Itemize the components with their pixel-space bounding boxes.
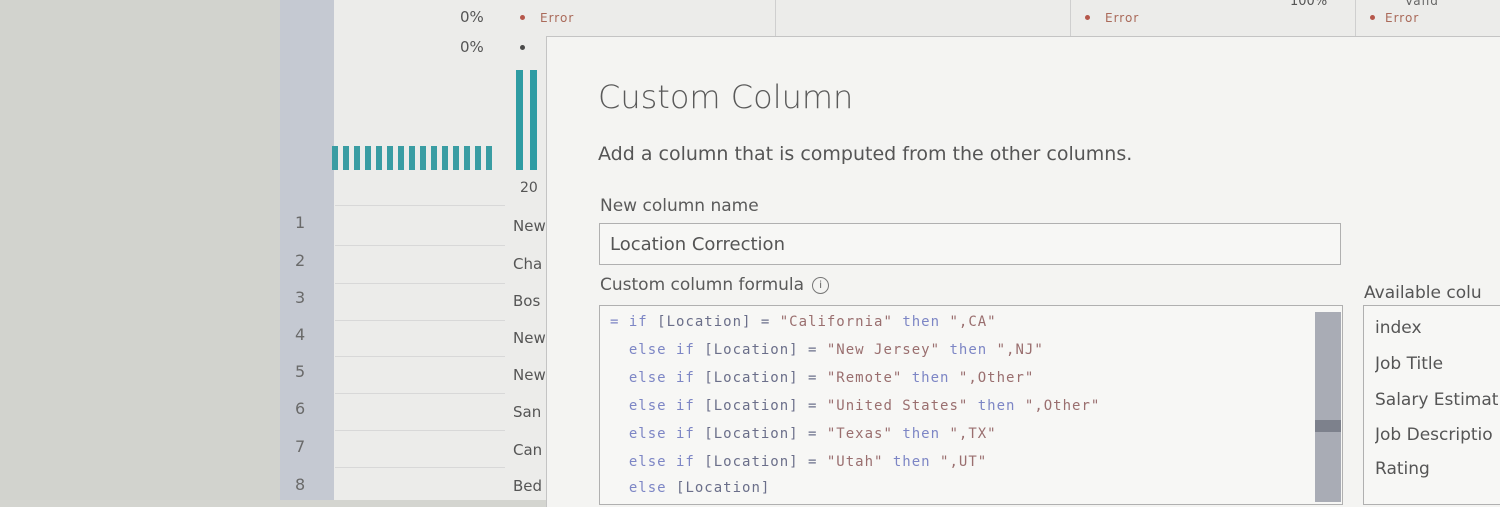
error-label: Error	[540, 11, 575, 25]
formula-keyword: else if	[610, 370, 705, 386]
error-dot	[1085, 15, 1090, 20]
dialog-subtitle: Add a column that is computed from the o…	[598, 143, 1133, 165]
row-divider	[335, 205, 505, 206]
empty-dot	[520, 45, 525, 50]
location-cell[interactable]: Cha	[513, 255, 548, 273]
location-cell[interactable]: San	[513, 403, 548, 421]
formula-line: else if [Location] = "New Jersey" then "…	[610, 342, 1044, 358]
formula-line: else if [Location] = "Remote" then ",Oth…	[610, 370, 1034, 386]
formula-scrollbar-thumb[interactable]	[1315, 420, 1341, 432]
formula-field: [Location] =	[704, 398, 827, 414]
error-dot	[1370, 15, 1375, 20]
formula-result: ",UT"	[940, 454, 988, 470]
formula-keyword: else if	[610, 342, 705, 358]
formula-keyword: else if	[610, 398, 705, 414]
formula-keyword: then	[892, 426, 950, 442]
formula-string: "New Jersey"	[826, 342, 941, 358]
distinct-count: 20	[520, 180, 538, 196]
error-label: Error	[1385, 11, 1420, 25]
formula-keyword: else	[610, 480, 677, 496]
formula-keyword: then	[883, 454, 941, 470]
row-number: 1	[295, 213, 306, 232]
formula-field: [Location] =	[704, 454, 827, 470]
column-separator	[775, 0, 776, 36]
location-cell[interactable]: Bos	[513, 292, 548, 310]
quality-percent-right: 100%	[1290, 0, 1328, 9]
monitor-bezel	[0, 0, 280, 500]
column-quality-header	[505, 0, 1500, 36]
formula-string: "Utah"	[826, 454, 884, 470]
formula-string: "California"	[779, 314, 893, 330]
available-column-item[interactable]: Job Title	[1375, 354, 1500, 374]
info-icon[interactable]: i	[812, 276, 830, 294]
formula-field: [Location] =	[704, 342, 827, 358]
quality-percent: 0%	[460, 8, 484, 26]
formula-keyword: else if	[610, 426, 705, 442]
formula-line: else if [Location] = "United States" the…	[610, 398, 1100, 414]
formula-scrollbar[interactable]	[1315, 312, 1341, 502]
formula-result: ",NJ"	[996, 342, 1044, 358]
distribution-bar	[516, 70, 523, 170]
formula-string: "Texas"	[826, 426, 893, 442]
quality-percent: 0%	[460, 38, 484, 56]
row-number: 5	[295, 362, 306, 381]
row-divider	[335, 320, 505, 321]
row-number: 7	[295, 437, 306, 456]
error-label: Error	[1105, 11, 1140, 25]
distribution-histogram	[332, 146, 492, 170]
formula-keyword: then	[968, 398, 1025, 414]
available-column-item[interactable]: Salary Estimat	[1375, 390, 1500, 410]
row-number: 6	[295, 399, 306, 418]
dialog-title: Custom Column	[598, 78, 854, 116]
formula-string: "United States"	[826, 398, 969, 414]
row-number: 3	[295, 288, 306, 307]
formula-string: "Remote"	[826, 370, 903, 386]
formula-field: [Location]	[676, 480, 771, 496]
location-cell[interactable]: New	[513, 366, 548, 384]
formula-line: else if [Location] = "Utah" then ",UT"	[610, 454, 987, 470]
formula-result: ",Other"	[1024, 398, 1101, 414]
row-divider	[335, 393, 505, 394]
row-divider	[335, 467, 505, 468]
formula-field: [Location] =	[657, 314, 780, 330]
formula-keyword: then	[940, 342, 997, 358]
available-column-item[interactable]: index	[1375, 318, 1500, 338]
formula-result: ",TX"	[949, 426, 997, 442]
available-column-item[interactable]: Rating	[1375, 459, 1500, 479]
row-divider	[335, 283, 505, 284]
distribution-bar	[530, 70, 537, 170]
formula-field: [Location] =	[704, 370, 827, 386]
new-column-name-label: New column name	[600, 196, 759, 216]
row-divider	[335, 356, 505, 357]
row-number: 4	[295, 325, 306, 344]
formula-keyword: then	[902, 370, 959, 386]
valid-label: Valid	[1405, 0, 1439, 8]
formula-keyword: else if	[610, 454, 705, 470]
row-number-column	[280, 0, 335, 500]
formula-keyword: = if	[610, 314, 658, 330]
row-number: 8	[295, 475, 306, 494]
formula-line: else [Location]	[610, 480, 770, 496]
location-cell[interactable]: Bed	[513, 477, 548, 495]
formula-line: else if [Location] = "Texas" then ",TX"	[610, 426, 997, 442]
location-cell[interactable]: Can	[513, 441, 548, 459]
formula-label: Custom column formula i	[600, 275, 830, 295]
new-column-name-input[interactable]	[599, 223, 1341, 265]
formula-field: [Location] =	[704, 426, 827, 442]
location-cell[interactable]: New	[513, 329, 548, 347]
error-dot	[520, 15, 525, 20]
available-columns-title: Available colu	[1364, 283, 1482, 303]
formula-label-text: Custom column formula	[600, 275, 805, 295]
row-divider	[335, 245, 505, 246]
available-column-item[interactable]: Job Descriptio	[1375, 425, 1500, 445]
formula-result: ",CA"	[949, 314, 997, 330]
column-separator	[1355, 0, 1356, 36]
row-divider	[335, 430, 505, 431]
location-cell[interactable]: New	[513, 217, 548, 235]
formula-result: ",Other"	[958, 370, 1035, 386]
formula-line: = if [Location] = "California" then ",CA…	[610, 314, 997, 330]
column-separator	[1070, 0, 1071, 36]
formula-keyword: then	[892, 314, 950, 330]
row-number: 2	[295, 251, 306, 270]
